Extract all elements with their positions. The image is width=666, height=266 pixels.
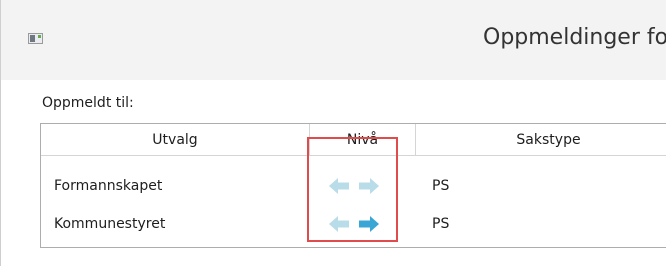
- app-window-icon: [28, 33, 43, 44]
- arrow-right-icon[interactable]: [358, 214, 380, 234]
- arrow-right-icon[interactable]: [358, 176, 380, 196]
- window-title: Oppmeldinger fo: [483, 25, 666, 50]
- app-icon-dot: [38, 35, 41, 38]
- arrow-left-icon[interactable]: [328, 176, 350, 196]
- table-row[interactable]: Formannskapet PS: [41, 168, 666, 204]
- arrow-left-icon[interactable]: [328, 214, 350, 234]
- cell-utvalg: Formannskapet: [54, 178, 163, 194]
- column-header-utvalg[interactable]: Utvalg: [41, 124, 310, 156]
- registration-grid: Utvalg Nivå Sakstype Formannskapet PS Ko…: [40, 123, 666, 248]
- cell-sakstype: PS: [432, 178, 450, 194]
- title-bar: Oppmeldinger fo: [1, 0, 666, 80]
- column-header-sakstype[interactable]: Sakstype: [416, 124, 666, 156]
- dialog-window: Oppmeldinger fo Oppmeldt til: Utvalg Niv…: [0, 0, 666, 266]
- registered-to-label: Oppmeldt til:: [42, 95, 134, 111]
- cell-utvalg: Kommunestyret: [54, 216, 166, 232]
- cell-sakstype: PS: [432, 216, 450, 232]
- column-header-niva[interactable]: Nivå: [310, 124, 416, 156]
- app-icon-pane: [30, 35, 35, 42]
- table-row[interactable]: Kommunestyret PS: [41, 206, 666, 242]
